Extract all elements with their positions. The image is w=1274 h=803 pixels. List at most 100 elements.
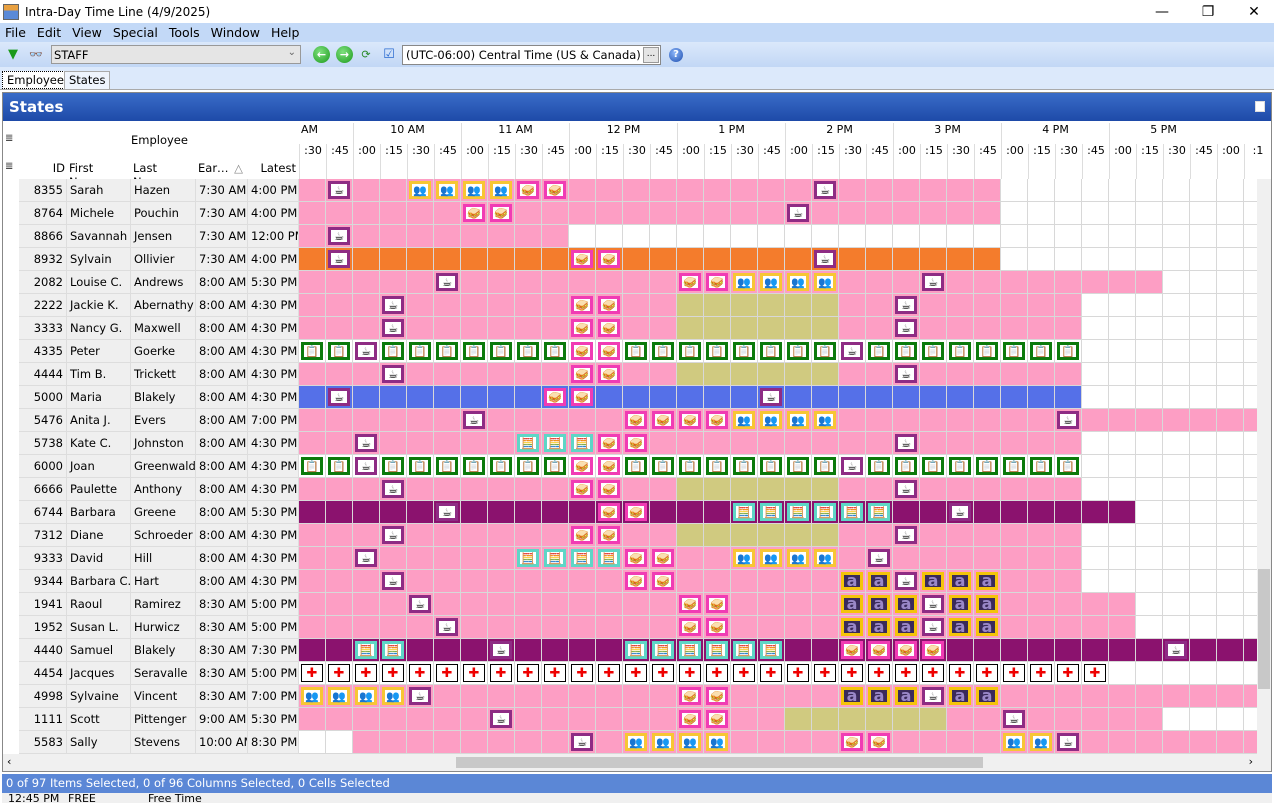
- timeline-cell-work[interactable]: [299, 317, 326, 340]
- timeline-cell-work[interactable]: [650, 685, 677, 708]
- timeline-cell-off[interactable]: [1055, 179, 1082, 202]
- timeline-cell-meeting[interactable]: 👥: [407, 179, 434, 202]
- timeline-cell-work[interactable]: [380, 593, 407, 616]
- timeline-cell-off[interactable]: [893, 225, 920, 248]
- timeline-cell-purple-activity[interactable]: [1055, 501, 1082, 524]
- timeline-cell-blue-activity[interactable]: [812, 386, 839, 409]
- timeline-cell-off[interactable]: [596, 225, 623, 248]
- timeline-cell-off[interactable]: [1217, 662, 1244, 685]
- timeline-cell-break[interactable]: ☕: [1001, 708, 1028, 731]
- timeline-cell-blue-activity[interactable]: [704, 386, 731, 409]
- timeline-cell-calculation[interactable]: 🧮: [569, 432, 596, 455]
- timeline-cell-olive-activity[interactable]: [785, 363, 812, 386]
- timeline-cell-lunch[interactable]: 🥪: [704, 685, 731, 708]
- timeline-cell-calculation[interactable]: 🧮: [380, 639, 407, 662]
- timeline-cell-work[interactable]: [1028, 593, 1055, 616]
- timeline-cell-work[interactable]: [1163, 685, 1190, 708]
- timeline-cell-work[interactable]: [1109, 731, 1136, 754]
- timeline-cell-paperwork[interactable]: 📋: [677, 340, 704, 363]
- timeline-cell-orange-activity[interactable]: [515, 248, 542, 271]
- quarter-label[interactable]: :45: [650, 144, 677, 179]
- timeline-cell-work[interactable]: [299, 524, 326, 547]
- timeline-cell-work[interactable]: [380, 225, 407, 248]
- timeline-cell-break[interactable]: ☕: [893, 570, 920, 593]
- horizontal-scroll-thumb[interactable]: [456, 757, 983, 768]
- timeline-cell-off[interactable]: [1055, 225, 1082, 248]
- timeline-cell-calculation[interactable]: 🧮: [812, 501, 839, 524]
- timeline-cell-work[interactable]: [974, 317, 1001, 340]
- timeline-cell-off[interactable]: [866, 225, 893, 248]
- timeline-cell-off[interactable]: [1136, 294, 1163, 317]
- timeline-cell-a-activity[interactable]: a: [974, 685, 1001, 708]
- timeline-cell-sick[interactable]: ✚: [974, 662, 1001, 685]
- timeline-cell-lunch[interactable]: 🥪: [704, 593, 731, 616]
- timeline-cell-work[interactable]: [731, 616, 758, 639]
- timeline-cell-work[interactable]: [1190, 409, 1217, 432]
- timeline-cell-work[interactable]: [488, 547, 515, 570]
- timeline-cell-meeting[interactable]: 👥: [380, 685, 407, 708]
- timeline-cell-work[interactable]: [326, 593, 353, 616]
- timeline-cell-off[interactable]: [1109, 225, 1136, 248]
- timeline-cell-work[interactable]: [434, 570, 461, 593]
- timeline-cell-off[interactable]: [1163, 294, 1190, 317]
- timeline-cell-break[interactable]: ☕: [893, 432, 920, 455]
- employee-row[interactable]: 1111 Scott Pittenger 9:00 AM 5:30 PM ☕ 🥪 🥪 ☕: [3, 708, 1271, 731]
- timeline-cell-work[interactable]: [407, 294, 434, 317]
- timeline-cell-work[interactable]: [434, 363, 461, 386]
- timeline-cell-paperwork[interactable]: 📋: [380, 340, 407, 363]
- employee-row[interactable]: 5000 Maria Blakely 8:00 AM 4:30 PM ☕ 🥪 🥪 ☕: [3, 386, 1271, 409]
- timeline-cell-work[interactable]: [1217, 685, 1244, 708]
- timeline-cell-blue-activity[interactable]: [299, 386, 326, 409]
- timeline-cell-work[interactable]: [623, 317, 650, 340]
- timeline-cell-off[interactable]: [1190, 455, 1217, 478]
- timeline-cell-sick[interactable]: ✚: [461, 662, 488, 685]
- timeline-cell-off[interactable]: [1028, 179, 1055, 202]
- timeline-cell-off[interactable]: [812, 225, 839, 248]
- timeline-cell-off[interactable]: [1190, 340, 1217, 363]
- timeline-cell-purple-activity[interactable]: [407, 501, 434, 524]
- timeline-cell-work[interactable]: [731, 570, 758, 593]
- timeline-cell-break[interactable]: ☕: [920, 593, 947, 616]
- timeline-cell-off[interactable]: [1217, 225, 1244, 248]
- timeline-cell-orange-activity[interactable]: [650, 248, 677, 271]
- timeline-cell-work[interactable]: [1217, 731, 1244, 754]
- timeline-cell-work[interactable]: [920, 179, 947, 202]
- timeline-cell-work[interactable]: [299, 593, 326, 616]
- timeline-cell-work[interactable]: [353, 317, 380, 340]
- timeline-cell-work[interactable]: [542, 294, 569, 317]
- timeline-cell-purple-activity[interactable]: [542, 501, 569, 524]
- timeline-cell-work[interactable]: [515, 294, 542, 317]
- timeline-cell-paperwork[interactable]: 📋: [488, 455, 515, 478]
- timeline-cell-olive-activity[interactable]: [785, 317, 812, 340]
- timeline-cell-off[interactable]: [1217, 547, 1244, 570]
- timeline-cell-lunch[interactable]: 🥪: [623, 432, 650, 455]
- timeline-cell-work[interactable]: [839, 202, 866, 225]
- timeline-cell-off[interactable]: [1190, 363, 1217, 386]
- timeline-cell-off[interactable]: [1109, 317, 1136, 340]
- timeline-cell-off[interactable]: [299, 731, 326, 754]
- timeline-cell-olive-activity[interactable]: [758, 524, 785, 547]
- timeline-cell-work[interactable]: [488, 225, 515, 248]
- timeline-cell-off[interactable]: [1190, 570, 1217, 593]
- filter-icon[interactable]: ▼: [3, 45, 23, 65]
- timeline-cell-sick[interactable]: ✚: [515, 662, 542, 685]
- timeline-cell-lunch[interactable]: 🥪: [596, 248, 623, 271]
- timeline-cell-break[interactable]: ☕: [488, 708, 515, 731]
- timeline-cell-off[interactable]: [1190, 478, 1217, 501]
- timeline-cell-work[interactable]: [542, 202, 569, 225]
- timeline-cell-orange-activity[interactable]: [407, 248, 434, 271]
- timeline-cell-calculation[interactable]: 🧮: [515, 432, 542, 455]
- timeline-cell-work[interactable]: [353, 478, 380, 501]
- timeline-cell-paperwork[interactable]: 📋: [542, 340, 569, 363]
- timeline-cell-lunch[interactable]: 🥪: [569, 386, 596, 409]
- timeline-cell-work[interactable]: [326, 202, 353, 225]
- timeline-cell-off[interactable]: [1028, 225, 1055, 248]
- timeline-cell-off[interactable]: [1136, 455, 1163, 478]
- timeline-cell-off[interactable]: [1217, 432, 1244, 455]
- timeline-cell-sick[interactable]: ✚: [758, 662, 785, 685]
- timeline-cell-purple-activity[interactable]: [1217, 639, 1244, 662]
- timeline-cell-break[interactable]: ☕: [353, 340, 380, 363]
- timeline-cell-work[interactable]: [380, 179, 407, 202]
- timeline-cell-lunch[interactable]: 🥪: [569, 340, 596, 363]
- quarter-label[interactable]: :15: [488, 144, 515, 179]
